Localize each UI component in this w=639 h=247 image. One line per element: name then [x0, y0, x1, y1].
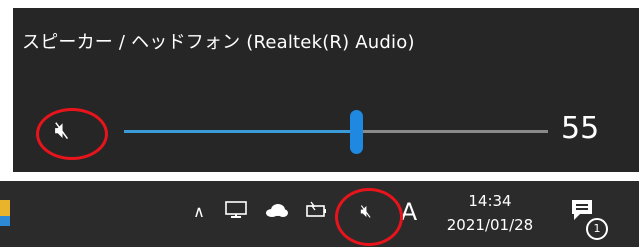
onedrive-button[interactable] — [262, 196, 290, 228]
ime-indicator[interactable]: A — [396, 196, 422, 228]
taskbar-clock[interactable]: 14:34 2021/01/28 — [433, 191, 547, 235]
notification-count-badge: 1 — [586, 218, 608, 240]
network-button[interactable] — [222, 196, 250, 228]
show-hidden-icons-button[interactable]: ∧ — [186, 196, 212, 228]
audio-device-name[interactable]: スピーカー / ヘッドフォン (Realtek(R) Audio) — [22, 28, 415, 54]
clock-time: 14:34 — [468, 192, 512, 210]
speaker-muted-icon: 🔇︎ — [54, 116, 70, 144]
chevron-up-icon: ∧ — [193, 202, 205, 221]
onedrive-cloud-icon — [264, 202, 288, 222]
power-button[interactable] — [302, 196, 330, 228]
clock-date: 2021/01/28 — [446, 216, 534, 234]
power-icon — [304, 201, 328, 223]
speaker-muted-icon: 🔇︎ — [360, 201, 372, 222]
ime-indicator-label: A — [400, 198, 418, 226]
notification-center-button[interactable]: 1 — [566, 196, 610, 240]
mute-toggle-button[interactable]: 🔇︎ — [38, 110, 86, 150]
network-icon — [225, 201, 247, 223]
volume-slider-fill — [124, 130, 358, 133]
volume-slider-thumb[interactable] — [350, 110, 364, 154]
volume-slider[interactable] — [124, 110, 548, 154]
volume-value: 55 — [561, 111, 600, 146]
volume-tray-button[interactable]: 🔇︎ — [350, 196, 382, 228]
file-explorer-icon[interactable] — [0, 200, 10, 226]
